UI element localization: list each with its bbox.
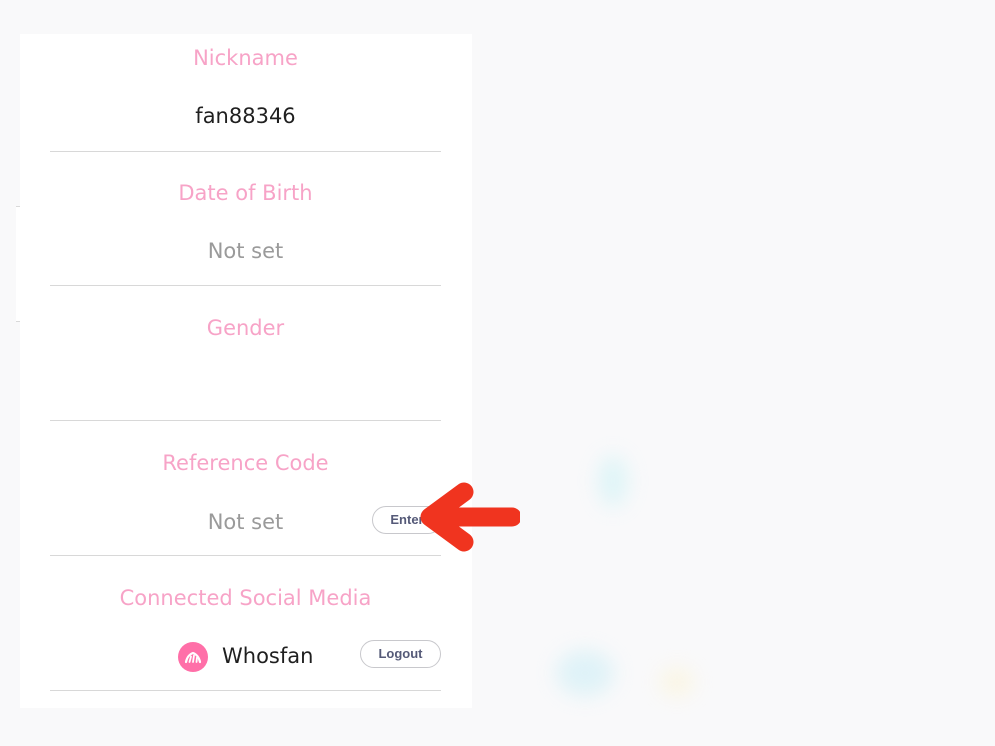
- date-of-birth-section: Date of Birth Not set: [50, 152, 441, 286]
- red-arrow-left-icon: [420, 480, 522, 554]
- date-of-birth-label: Date of Birth: [178, 181, 313, 205]
- connected-social-media-label: Connected Social Media: [119, 586, 372, 610]
- profile-card: Nickname fan88346 Date of Birth Not set …: [20, 34, 472, 708]
- background-blur-1: [598, 455, 628, 507]
- reference-code-section: Reference Code Not set Enter: [50, 421, 442, 556]
- nickname-value[interactable]: fan88346: [50, 102, 441, 130]
- gender-label: Gender: [206, 316, 285, 340]
- background-blur-3: [660, 668, 694, 696]
- nickname-section: Nickname fan88346: [50, 34, 441, 152]
- logout-button[interactable]: Logout: [360, 640, 441, 668]
- social-connection-row: Whosfan Logout: [50, 639, 441, 673]
- reference-code-label: Reference Code: [162, 451, 329, 475]
- connected-social-media-section: Connected Social Media Whosfan Logout: [50, 556, 441, 691]
- date-of-birth-value[interactable]: Not set: [50, 237, 441, 265]
- background-blur-2: [556, 650, 614, 696]
- nickname-label: Nickname: [193, 46, 298, 70]
- gender-section: Gender: [50, 286, 441, 421]
- whosfan-logo-icon: [178, 642, 208, 672]
- social-service-name: Whosfan: [222, 644, 314, 668]
